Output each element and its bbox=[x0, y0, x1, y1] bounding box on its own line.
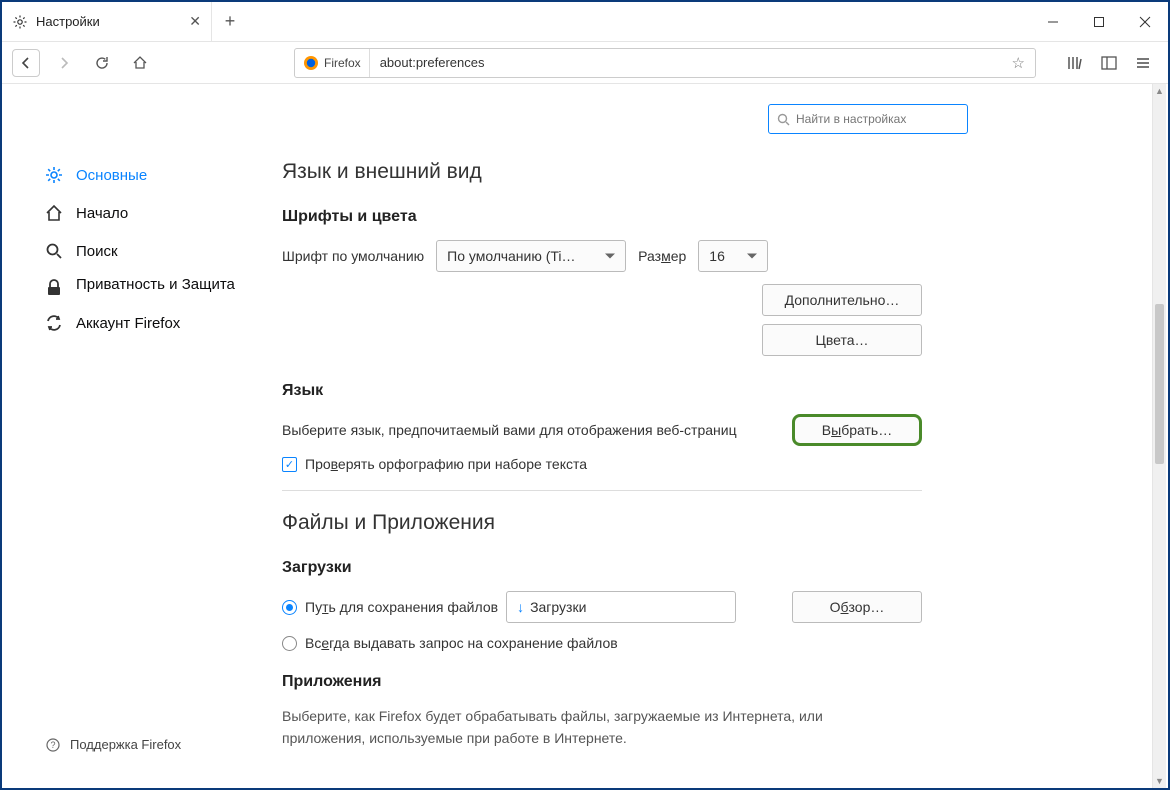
download-path-field[interactable]: ↓ Загрузки bbox=[506, 591, 736, 623]
gear-icon bbox=[12, 14, 28, 30]
support-label: Поддержка Firefox bbox=[70, 737, 181, 752]
address-bar[interactable]: Firefox about:preferences ☆ bbox=[294, 48, 1036, 78]
tabs-region: Настройки ✕ + bbox=[2, 2, 1030, 41]
help-icon: ? bbox=[46, 738, 60, 752]
sidebar-item-general[interactable]: Основные bbox=[36, 156, 262, 194]
sidebar-item-home[interactable]: Начало bbox=[36, 194, 262, 232]
default-font-select[interactable]: По умолчанию (Ti… bbox=[436, 240, 626, 272]
home-icon bbox=[44, 203, 64, 223]
radio-ask-label: Всегда выдавать запрос на сохранение фай… bbox=[305, 635, 618, 651]
home-button[interactable] bbox=[126, 49, 154, 77]
sidebar-label: Поиск bbox=[76, 243, 118, 260]
back-button[interactable] bbox=[12, 49, 40, 77]
sidebar: Основные Начало Поиск Приватность и Защи… bbox=[2, 84, 262, 788]
forward-button[interactable] bbox=[50, 49, 78, 77]
sidebar-toggle-icon[interactable] bbox=[1098, 52, 1120, 74]
svg-text:?: ? bbox=[50, 740, 55, 750]
sidebar-label: Основные bbox=[76, 167, 147, 184]
radio-always-ask[interactable] bbox=[282, 636, 297, 651]
browser-tab[interactable]: Настройки ✕ bbox=[2, 2, 212, 41]
downloads-heading: Загрузки bbox=[282, 559, 1128, 577]
url-text: about:preferences bbox=[370, 55, 1002, 70]
sync-icon bbox=[44, 313, 64, 333]
sidebar-label: Начало bbox=[76, 205, 128, 222]
navbar: Firefox about:preferences ☆ bbox=[2, 42, 1168, 84]
gear-icon bbox=[44, 165, 64, 185]
identity-label: Firefox bbox=[324, 56, 361, 70]
scroll-up-icon[interactable]: ▲ bbox=[1153, 84, 1166, 98]
tab-title: Настройки bbox=[36, 14, 175, 29]
sidebar-item-search[interactable]: Поиск bbox=[36, 232, 262, 270]
close-window-button[interactable] bbox=[1122, 2, 1168, 41]
sidebar-item-account[interactable]: Аккаунт Firefox bbox=[36, 304, 262, 342]
spellcheck-label: Проверять орфографию при наборе текста bbox=[305, 456, 587, 472]
default-font-label: Шрифт по умолчанию bbox=[282, 248, 424, 264]
language-desc: Выберите язык, предпочитаемый вами для о… bbox=[282, 422, 780, 438]
browse-button[interactable]: Обзор… bbox=[792, 591, 922, 623]
titlebar: Настройки ✕ + bbox=[2, 2, 1168, 42]
search-icon bbox=[44, 241, 64, 261]
radio-save-label: Путь для сохранения файлов bbox=[305, 599, 498, 615]
identity-box[interactable]: Firefox bbox=[295, 49, 370, 77]
scroll-thumb[interactable] bbox=[1155, 304, 1164, 464]
download-arrow-icon: ↓ bbox=[517, 599, 524, 615]
tab-close-icon[interactable]: ✕ bbox=[189, 13, 201, 30]
scroll-down-icon[interactable]: ▼ bbox=[1153, 774, 1166, 788]
section-title-language: Язык и внешний вид bbox=[282, 160, 1128, 184]
firefox-icon bbox=[303, 55, 319, 71]
settings-search-input[interactable] bbox=[796, 112, 959, 126]
support-link[interactable]: ? Поддержка Firefox bbox=[46, 737, 181, 752]
library-icon[interactable] bbox=[1064, 52, 1086, 74]
scrollbar[interactable]: ▲ ▼ bbox=[1152, 84, 1166, 788]
radio-save-to[interactable] bbox=[282, 600, 297, 615]
size-label: Размер bbox=[638, 248, 686, 264]
maximize-button[interactable] bbox=[1076, 2, 1122, 41]
bookmark-star-icon[interactable]: ☆ bbox=[1002, 54, 1035, 72]
language-heading: Язык bbox=[282, 382, 1128, 400]
new-tab-button[interactable]: + bbox=[212, 2, 248, 41]
settings-search[interactable] bbox=[768, 104, 968, 134]
main-pane: Язык и внешний вид Шрифты и цвета Шрифт … bbox=[262, 84, 1168, 788]
lock-icon bbox=[44, 278, 64, 298]
colors-button[interactable]: Цвета… bbox=[762, 324, 922, 356]
apps-heading: Приложения bbox=[282, 673, 1128, 691]
search-icon bbox=[777, 113, 790, 126]
choose-language-button[interactable]: Выбрать… bbox=[792, 414, 922, 446]
fonts-heading: Шрифты и цвета bbox=[282, 208, 1128, 226]
minimize-button[interactable] bbox=[1030, 2, 1076, 41]
spellcheck-row[interactable]: ✓ Проверять орфографию при наборе текста bbox=[282, 456, 1128, 472]
window-controls bbox=[1030, 2, 1168, 41]
section-title-files: Файлы и Приложения bbox=[282, 511, 1128, 535]
advanced-fonts-button[interactable]: Дополнительно… bbox=[762, 284, 922, 316]
reload-button[interactable] bbox=[88, 49, 116, 77]
font-size-select[interactable]: 16 bbox=[698, 240, 768, 272]
apps-desc: Выберите, как Firefox будет обрабатывать… bbox=[282, 705, 902, 750]
spellcheck-checkbox[interactable]: ✓ bbox=[282, 457, 297, 472]
sidebar-label: Аккаунт Firefox bbox=[76, 315, 180, 332]
download-path-value: Загрузки bbox=[530, 599, 586, 615]
sidebar-item-privacy[interactable]: Приватность и Защита bbox=[36, 270, 262, 304]
sidebar-label: Приватность и Защита bbox=[76, 276, 235, 293]
menu-icon[interactable] bbox=[1132, 52, 1154, 74]
divider bbox=[282, 490, 922, 491]
